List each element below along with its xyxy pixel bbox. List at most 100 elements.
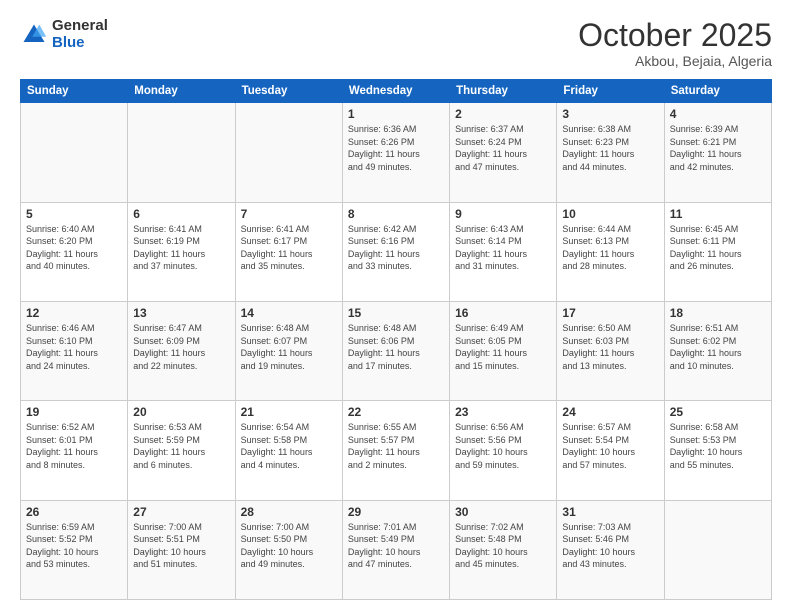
day-info: Sunrise: 6:50 AM Sunset: 6:03 PM Dayligh… xyxy=(562,322,658,372)
day-info: Sunrise: 6:54 AM Sunset: 5:58 PM Dayligh… xyxy=(241,421,337,471)
calendar-cell: 21Sunrise: 6:54 AM Sunset: 5:58 PM Dayli… xyxy=(235,401,342,500)
day-info: Sunrise: 7:03 AM Sunset: 5:46 PM Dayligh… xyxy=(562,521,658,571)
weekday-header: Tuesday xyxy=(235,80,342,103)
weekday-row: SundayMondayTuesdayWednesdayThursdayFrid… xyxy=(21,80,772,103)
title-block: October 2025 Akbou, Bejaia, Algeria xyxy=(578,18,772,69)
calendar-cell: 11 Sunrise: 6:45 AM Sunset: 6:11 PM Dayli… xyxy=(664,202,771,301)
day-number: 30 xyxy=(455,505,551,519)
day-info: Sunrise: 6:56 AM Sunset: 5:56 PM Dayligh… xyxy=(455,421,551,471)
weekday-header: Thursday xyxy=(450,80,557,103)
logo: General Blue xyxy=(20,18,108,51)
calendar-cell: 25 Sunrise: 6:58 AM Sunset: 5:53 PM Dayli… xyxy=(664,401,771,500)
day-info: Sunrise: 6:37 AM Sunset: 6:24 PM Dayligh… xyxy=(455,123,551,173)
weekday-header: Sunday xyxy=(21,80,128,103)
day-number: 11 xyxy=(670,207,766,221)
calendar-table: SundayMondayTuesdayWednesdayThursdayFrid… xyxy=(20,79,772,600)
calendar-cell: 10 Sunrise: 6:44 AM Sunset: 6:13 PM Dayli… xyxy=(557,202,664,301)
day-info: Sunrise: 6:42 AM Sunset: 6:16 PM Dayligh… xyxy=(348,223,444,273)
day-number: 7 xyxy=(241,207,337,221)
day-number: 29 xyxy=(348,505,444,519)
calendar-cell: 7Sunrise: 6:41 AM Sunset: 6:17 PM Daylig… xyxy=(235,202,342,301)
day-number: 18 xyxy=(670,306,766,320)
day-info: Sunrise: 6:48 AM Sunset: 6:07 PM Dayligh… xyxy=(241,322,337,372)
day-info: Sunrise: 6:48 AM Sunset: 6:06 PM Dayligh… xyxy=(348,322,444,372)
calendar-cell xyxy=(235,103,342,202)
day-info: Sunrise: 6:43 AM Sunset: 6:14 PM Dayligh… xyxy=(455,223,551,273)
day-number: 27 xyxy=(133,505,229,519)
day-number: 12 xyxy=(26,306,122,320)
day-info: Sunrise: 6:44 AM Sunset: 6:13 PM Dayligh… xyxy=(562,223,658,273)
calendar-cell xyxy=(664,500,771,599)
day-number: 2 xyxy=(455,107,551,121)
day-number: 10 xyxy=(562,207,658,221)
calendar-cell: 24 Sunrise: 6:57 AM Sunset: 5:54 PM Dayli… xyxy=(557,401,664,500)
logo-text: General Blue xyxy=(52,18,108,51)
day-number: 9 xyxy=(455,207,551,221)
day-info: Sunrise: 6:41 AM Sunset: 6:19 PM Dayligh… xyxy=(133,223,229,273)
logo-general-text: General xyxy=(52,18,108,35)
day-info: Sunrise: 6:53 AM Sunset: 5:59 PM Dayligh… xyxy=(133,421,229,471)
day-info: Sunrise: 7:01 AM Sunset: 5:49 PM Dayligh… xyxy=(348,521,444,571)
location: Akbou, Bejaia, Algeria xyxy=(578,53,772,69)
calendar-cell: 15 Sunrise: 6:48 AM Sunset: 6:06 PM Dayli… xyxy=(342,301,449,400)
calendar-cell: 28Sunrise: 7:00 AM Sunset: 5:50 PM Dayli… xyxy=(235,500,342,599)
calendar-cell: 18 Sunrise: 6:51 AM Sunset: 6:02 PM Dayli… xyxy=(664,301,771,400)
day-number: 8 xyxy=(348,207,444,221)
calendar-body: 1Sunrise: 6:36 AM Sunset: 6:26 PM Daylig… xyxy=(21,103,772,600)
calendar-header: SundayMondayTuesdayWednesdayThursdayFrid… xyxy=(21,80,772,103)
weekday-header: Saturday xyxy=(664,80,771,103)
calendar-cell: 22Sunrise: 6:55 AM Sunset: 5:57 PM Dayli… xyxy=(342,401,449,500)
day-number: 5 xyxy=(26,207,122,221)
day-number: 26 xyxy=(26,505,122,519)
calendar-cell: 20 Sunrise: 6:53 AM Sunset: 5:59 PM Dayli… xyxy=(128,401,235,500)
day-number: 3 xyxy=(562,107,658,121)
calendar-week-row: 19 Sunrise: 6:52 AM Sunset: 6:01 PM Dayli… xyxy=(21,401,772,500)
day-info: Sunrise: 6:57 AM Sunset: 5:54 PM Dayligh… xyxy=(562,421,658,471)
day-info: Sunrise: 6:45 AM Sunset: 6:11 PM Dayligh… xyxy=(670,223,766,273)
day-number: 20 xyxy=(133,405,229,419)
day-number: 25 xyxy=(670,405,766,419)
day-number: 13 xyxy=(133,306,229,320)
day-info: Sunrise: 7:02 AM Sunset: 5:48 PM Dayligh… xyxy=(455,521,551,571)
day-number: 16 xyxy=(455,306,551,320)
day-info: Sunrise: 6:39 AM Sunset: 6:21 PM Dayligh… xyxy=(670,123,766,173)
calendar-week-row: 26 Sunrise: 6:59 AM Sunset: 5:52 PM Dayli… xyxy=(21,500,772,599)
day-number: 24 xyxy=(562,405,658,419)
calendar-cell: 5Sunrise: 6:40 AM Sunset: 6:20 PM Daylig… xyxy=(21,202,128,301)
calendar-cell: 6 Sunrise: 6:41 AM Sunset: 6:19 PM Daylig… xyxy=(128,202,235,301)
calendar-week-row: 12Sunrise: 6:46 AM Sunset: 6:10 PM Dayli… xyxy=(21,301,772,400)
day-number: 15 xyxy=(348,306,444,320)
calendar-cell: 31 Sunrise: 7:03 AM Sunset: 5:46 PM Dayli… xyxy=(557,500,664,599)
logo-blue-text: Blue xyxy=(52,35,108,52)
day-info: Sunrise: 6:58 AM Sunset: 5:53 PM Dayligh… xyxy=(670,421,766,471)
day-number: 19 xyxy=(26,405,122,419)
calendar-cell xyxy=(128,103,235,202)
calendar-cell: 19 Sunrise: 6:52 AM Sunset: 6:01 PM Dayli… xyxy=(21,401,128,500)
calendar-cell: 27 Sunrise: 7:00 AM Sunset: 5:51 PM Dayli… xyxy=(128,500,235,599)
weekday-header: Friday xyxy=(557,80,664,103)
day-number: 4 xyxy=(670,107,766,121)
day-info: Sunrise: 6:59 AM Sunset: 5:52 PM Dayligh… xyxy=(26,521,122,571)
calendar-cell: 17 Sunrise: 6:50 AM Sunset: 6:03 PM Dayli… xyxy=(557,301,664,400)
day-info: Sunrise: 6:52 AM Sunset: 6:01 PM Dayligh… xyxy=(26,421,122,471)
calendar-week-row: 5Sunrise: 6:40 AM Sunset: 6:20 PM Daylig… xyxy=(21,202,772,301)
day-info: Sunrise: 6:55 AM Sunset: 5:57 PM Dayligh… xyxy=(348,421,444,471)
day-number: 6 xyxy=(133,207,229,221)
day-info: Sunrise: 7:00 AM Sunset: 5:50 PM Dayligh… xyxy=(241,521,337,571)
day-number: 17 xyxy=(562,306,658,320)
day-info: Sunrise: 7:00 AM Sunset: 5:51 PM Dayligh… xyxy=(133,521,229,571)
calendar-cell: 12Sunrise: 6:46 AM Sunset: 6:10 PM Dayli… xyxy=(21,301,128,400)
calendar-cell: 3 Sunrise: 6:38 AM Sunset: 6:23 PM Daylig… xyxy=(557,103,664,202)
calendar-week-row: 1Sunrise: 6:36 AM Sunset: 6:26 PM Daylig… xyxy=(21,103,772,202)
day-number: 31 xyxy=(562,505,658,519)
calendar-cell: 2 Sunrise: 6:37 AM Sunset: 6:24 PM Daylig… xyxy=(450,103,557,202)
calendar-cell xyxy=(21,103,128,202)
day-number: 14 xyxy=(241,306,337,320)
calendar-cell: 9 Sunrise: 6:43 AM Sunset: 6:14 PM Daylig… xyxy=(450,202,557,301)
header: General Blue October 2025 Akbou, Bejaia,… xyxy=(20,18,772,69)
day-info: Sunrise: 6:51 AM Sunset: 6:02 PM Dayligh… xyxy=(670,322,766,372)
calendar-cell: 23Sunrise: 6:56 AM Sunset: 5:56 PM Dayli… xyxy=(450,401,557,500)
day-info: Sunrise: 6:38 AM Sunset: 6:23 PM Dayligh… xyxy=(562,123,658,173)
weekday-header: Monday xyxy=(128,80,235,103)
calendar-cell: 14 Sunrise: 6:48 AM Sunset: 6:07 PM Dayli… xyxy=(235,301,342,400)
